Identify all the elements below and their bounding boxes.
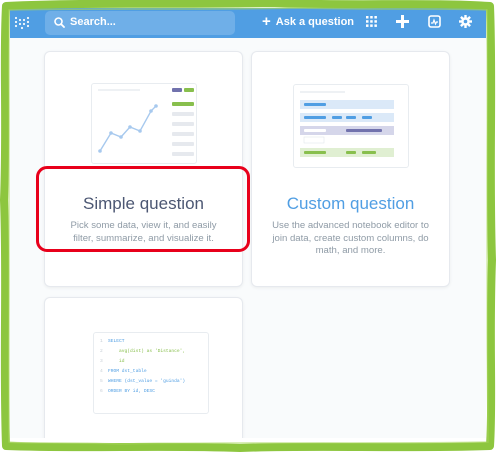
plus-icon: + (262, 13, 271, 30)
sql-line: 2 avg(dist) as 'Distance', (100, 349, 186, 354)
notebook-editor-illustration (300, 91, 394, 157)
metabase-logo-icon[interactable] (14, 15, 30, 31)
plus-icon[interactable] (396, 15, 409, 28)
line-chart-illustration (98, 88, 194, 156)
custom-question-description: Use the advanced notebook editor to join… (272, 220, 429, 256)
sql-line: 3 id (100, 359, 125, 364)
search-bar[interactable]: Search... (45, 11, 235, 35)
top-navbar: Search... + Ask a question (10, 8, 486, 38)
sql-line: 1 SELECT (100, 339, 125, 344)
new-question-page: Search... + Ask a question Simple questi… (10, 8, 486, 438)
custom-question-illustration (293, 84, 409, 168)
search-placeholder: Search... (70, 16, 116, 28)
ask-a-question-label: Ask a question (275, 16, 355, 28)
pulse-icon[interactable] (428, 15, 441, 28)
native-query-card[interactable]: 1 SELECT 2 avg(dist) as 'Distance', 3 id … (44, 297, 243, 438)
custom-question-title: Custom question (286, 194, 415, 213)
native-query-illustration: 1 SELECT 2 avg(dist) as 'Distance', 3 id … (93, 332, 209, 414)
search-icon (54, 17, 65, 28)
simple-question-highlight (36, 166, 250, 252)
sql-line: 6 ORDER BY id, DESC (100, 389, 155, 394)
custom-question-card[interactable]: Custom question Use the advanced noteboo… (251, 51, 450, 287)
browse-grid-icon[interactable] (366, 16, 377, 27)
simple-question-illustration (91, 83, 197, 164)
ask-a-question-button[interactable]: + Ask a question (262, 13, 355, 30)
gear-icon[interactable] (459, 15, 472, 28)
sql-line: 5 WHERE (dst_value = 'guinda') (100, 379, 186, 384)
sql-line: 4 FROM dst_table (100, 369, 147, 374)
